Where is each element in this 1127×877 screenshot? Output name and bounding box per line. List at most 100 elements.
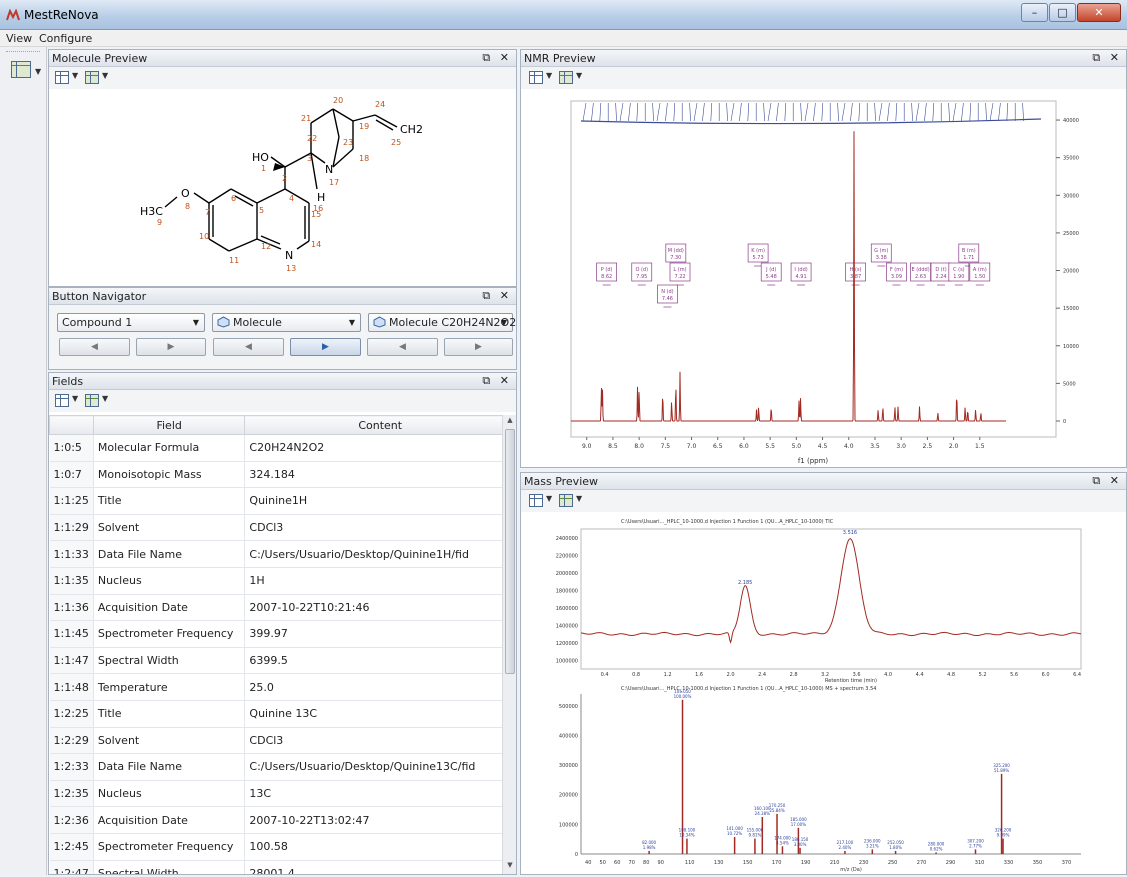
tic-y-tick-label: 1600000 [556, 606, 578, 612]
table-row[interactable]: 1:1:47 Spectral Width 6399.5 [49, 647, 516, 675]
table-icon[interactable] [55, 394, 69, 407]
ms-peak-pct: 2.77% [969, 843, 982, 848]
menu-view[interactable]: View [6, 32, 32, 45]
table-view-icon[interactable] [11, 61, 31, 78]
left-toolbar: ▼ [0, 47, 47, 875]
panel-header: Fields ⧉ ✕ [49, 373, 516, 390]
table-row[interactable]: 1:2:36 Acquisition Date 2007-10-22T13:02:4… [49, 806, 516, 834]
table-row[interactable]: 1:1:36 Acquisition Date 2007-10-22T10:21:4… [49, 594, 516, 622]
scroll-up-icon[interactable]: ▲ [503, 416, 516, 428]
chevron-down-icon[interactable]: ▼ [72, 394, 78, 403]
table-row[interactable]: 1:2:35 Nucleus 13C [49, 780, 516, 808]
row-field: Temperature [93, 673, 246, 701]
tic-x-tick-label: 4.4 [916, 672, 924, 678]
chevron-down-icon[interactable]: ▼ [546, 494, 552, 503]
type-select-value: Molecule [233, 316, 282, 329]
compound-select[interactable]: Compound 1 ▼ [57, 313, 205, 332]
compound-prev-button[interactable]: ◀ [59, 338, 130, 356]
atom-number: 14 [311, 240, 321, 249]
type-prev-button[interactable]: ◀ [213, 338, 284, 356]
nmr-y-tick-label: 5000 [1063, 381, 1076, 387]
grid-icon[interactable] [85, 394, 99, 407]
minimize-button[interactable]: – [1021, 3, 1048, 22]
table-row[interactable]: 1:1:45 Spectrometer Frequency 399.97 [49, 620, 516, 648]
panel-controls[interactable]: ⧉ ✕ [1092, 474, 1122, 488]
panel-controls[interactable]: ⧉ ✕ [482, 374, 512, 388]
grid-icon[interactable] [559, 71, 573, 84]
compound-next-button[interactable]: ▶ [136, 338, 206, 356]
table-icon[interactable] [529, 494, 543, 507]
chevron-down-icon[interactable]: ▼ [576, 71, 582, 80]
ms-x-tick-label: 310 [975, 860, 985, 866]
item-prev-button[interactable]: ◀ [367, 338, 438, 356]
panel-controls[interactable]: ⧉ ✕ [482, 289, 512, 303]
mass-preview-panel: Mass Preview ⧉ ✕ ▼ ▼ C:\Users\Usuari..._… [520, 472, 1127, 875]
atom-number: 25 [391, 138, 401, 147]
chevron-down-icon[interactable]: ▼ [35, 67, 41, 76]
table-row[interactable]: 1:2:29 Solvent CDCl3 [49, 727, 516, 755]
table-icon[interactable] [55, 71, 69, 84]
ms-bars: 105.050100.00%82.0001.98%108.10010.34%14… [642, 689, 1012, 854]
column-header-content[interactable]: Content [244, 415, 516, 435]
mass-canvas[interactable]: C:\Users\Usuari..._HPLC_10-1000.d Inject… [521, 514, 1126, 874]
panel-controls[interactable]: ⧉ ✕ [1092, 51, 1122, 65]
grid-icon[interactable] [559, 494, 573, 507]
table-row[interactable]: 1:0:5 Molecular Formula C20H24N2O2 [49, 434, 516, 462]
panel-toolbar: ▼ ▼ [49, 67, 516, 89]
table-row[interactable]: 1:2:33 Data File Name C:/Users/Usuario/Des… [49, 753, 516, 781]
row-index: 1:2:47 [49, 860, 94, 874]
chevron-down-icon[interactable]: ▼ [546, 71, 552, 80]
table-icon[interactable] [529, 71, 543, 84]
type-next-button[interactable]: ▶ [290, 338, 361, 356]
multiplet-label: E (ddd) [911, 267, 929, 273]
scroll-down-icon[interactable]: ▼ [503, 861, 516, 873]
row-field: Acquisition Date [93, 806, 246, 834]
maximize-button[interactable]: □ [1049, 3, 1076, 22]
table-row[interactable]: 1:1:35 Nucleus 1H [49, 567, 516, 595]
chevron-down-icon[interactable]: ▼ [102, 71, 108, 80]
scrollbar-thumb[interactable] [505, 429, 515, 674]
row-field: Molecular Formula [93, 434, 246, 462]
ms-peak-pct: 25.84% [769, 808, 784, 813]
menu-configure[interactable]: Configure [39, 32, 92, 45]
multiplet-value: 2.24 [935, 274, 946, 280]
chevron-down-icon[interactable]: ▼ [102, 394, 108, 403]
multiplet-value: 7.22 [674, 274, 685, 280]
item-next-button[interactable]: ▶ [444, 338, 513, 356]
toolbar-grip[interactable] [6, 51, 40, 53]
table-row[interactable]: 1:2:45 Spectrometer Frequency 100.58 [49, 833, 516, 861]
panel-controls[interactable]: ⧉ ✕ [482, 51, 512, 65]
row-index: 1:0:5 [49, 434, 94, 462]
row-index: 1:1:48 [49, 673, 94, 701]
table-row[interactable]: 1:1:29 Solvent CDCl3 [49, 514, 516, 542]
row-field: Acquisition Date [93, 594, 246, 622]
row-content: CDCl3 [244, 727, 516, 755]
column-header-field[interactable]: Field [92, 415, 246, 435]
table-row[interactable]: 1:2:25 Title Quinine 13C [49, 700, 516, 728]
ms-peak-pct: 10.72% [727, 831, 742, 836]
nmr-canvas[interactable]: 40000 35000 30000 25000 20000 15000 10000 5000 0… [521, 91, 1126, 467]
button-navigator-panel: Button Navigator ⧉ ✕ Compound 1 ▼ Molecu… [48, 287, 517, 370]
close-button[interactable]: ✕ [1077, 3, 1121, 22]
ms-y-tick-label: 300000 [559, 763, 578, 769]
nmr-y-tick-label: 40000 [1063, 118, 1079, 124]
table-row[interactable]: 1:0:7 Monoisotopic Mass 324.184 [49, 461, 516, 489]
molecule-canvas[interactable]: HO CH2 H3C O N H N 1 2 3 4 5 6 7 8 9 10 … [49, 89, 516, 286]
fields-scrollbar[interactable]: ▲ ▼ [502, 415, 516, 874]
row-content: 2007-10-22T10:21:46 [244, 594, 516, 622]
atom-number: 6 [231, 194, 236, 203]
nmr-x-tick-label: 5.5 [765, 443, 775, 450]
multiplet-value: 7.95 [636, 274, 647, 280]
table-row[interactable]: 1:1:33 Data File Name C:/Users/Usuario/Des… [49, 540, 516, 568]
chevron-down-icon[interactable]: ▼ [576, 494, 582, 503]
ms-y-tick-label: 0 [575, 852, 578, 858]
nmr-x-tick-label: 6.5 [713, 443, 723, 450]
item-select[interactable]: Molecule C20H24N2O2 ▼ [368, 313, 516, 332]
chevron-down-icon[interactable]: ▼ [72, 71, 78, 80]
table-row[interactable]: 1:1:25 Title Quinine1H [49, 487, 516, 515]
type-select[interactable]: Molecule ▼ [212, 313, 361, 332]
table-row[interactable]: 1:2:47 Spectral Width 28001.4 [49, 860, 516, 874]
table-row[interactable]: 1:1:48 Temperature 25.0 [49, 673, 516, 701]
grid-icon[interactable] [85, 71, 99, 84]
panel-header: Mass Preview ⧉ ✕ [521, 473, 1126, 490]
